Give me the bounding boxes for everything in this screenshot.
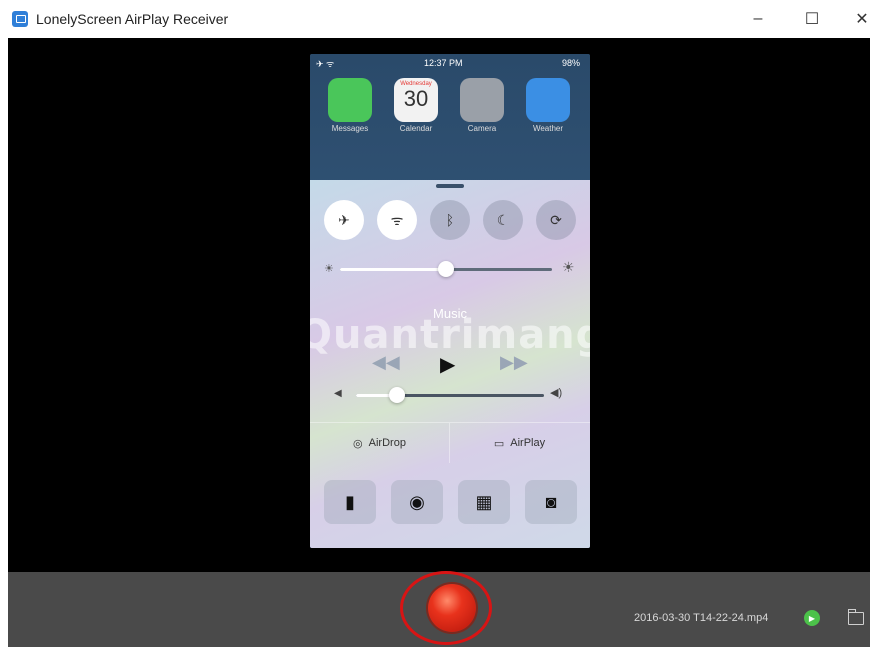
record-button[interactable]: [428, 584, 476, 632]
airplane-icon: ✈: [338, 211, 350, 228]
brightness-fill: [340, 268, 446, 271]
status-battery: 98%: [561, 58, 580, 68]
timer-button[interactable]: ◉: [391, 480, 443, 524]
status-bar: ✈ ᯤ 12:37 PM 98%: [310, 54, 590, 72]
brightness-low-icon: ☀: [324, 263, 334, 275]
bluetooth-icon: ᛒ: [445, 212, 455, 228]
airdrop-button[interactable]: ◎ AirDrop: [310, 423, 450, 463]
bottom-bar: 2016-03-30 T14-22-24.mp4 ▶: [8, 571, 870, 647]
close-button[interactable]: ✕: [846, 6, 870, 32]
app-messages: Messages: [322, 78, 378, 133]
rotation-lock-icon: ⟳: [550, 211, 562, 228]
minimize-button[interactable]: –: [742, 6, 774, 32]
calculator-icon: ▦: [475, 491, 493, 512]
phone-screen: ✈ ᯤ 12:37 PM 98% Messages Wednesday 30 C…: [310, 54, 590, 548]
watermark-logo: Quantrimang: [310, 312, 590, 358]
title-bar: LonelyScreen AirPlay Receiver – ☐ ✕: [0, 0, 870, 38]
rotation-lock-toggle[interactable]: ⟳: [536, 200, 576, 240]
flashlight-button[interactable]: ▮: [324, 480, 376, 524]
play-recording-button[interactable]: ▶: [804, 610, 820, 626]
app-weather: Weather: [520, 78, 576, 133]
maximize-button[interactable]: ☐: [796, 6, 828, 32]
brightness-knob[interactable]: [438, 261, 454, 277]
volume-high-icon: ◀): [550, 387, 563, 399]
play-icon: ▶: [808, 613, 816, 623]
brightness-slider[interactable]: [340, 261, 552, 277]
brightness-high-icon: ☀: [562, 259, 575, 275]
folder-icon[interactable]: [848, 609, 864, 625]
airplane-mode-toggle[interactable]: ✈: [324, 200, 364, 240]
volume-knob[interactable]: [389, 387, 406, 403]
app-camera: Camera: [454, 78, 510, 133]
camera-icon: [460, 78, 504, 122]
calendar-date: 30: [403, 86, 429, 111]
airplay-button[interactable]: ▭ AirPlay: [450, 423, 589, 463]
weather-icon: [526, 78, 570, 122]
mirror-viewport: ✈ ᯤ 12:37 PM 98% Messages Wednesday 30 C…: [8, 38, 870, 572]
flashlight-icon: ▮: [345, 491, 355, 512]
camera-shortcut-button[interactable]: ◙: [525, 480, 577, 524]
airplane-status-icon: ✈ ᯤ: [316, 59, 335, 69]
app-icon: [12, 11, 28, 27]
calculator-button[interactable]: ▦: [458, 480, 510, 524]
window-title: LonelyScreen AirPlay Receiver: [36, 11, 229, 27]
airdrop-icon: ◎: [353, 437, 363, 450]
calendar-icon: Wednesday 30: [394, 78, 438, 122]
status-time: 12:37 PM: [424, 58, 463, 68]
camera-shortcut-icon: ◙: [545, 491, 557, 512]
messages-icon: [328, 78, 372, 122]
bluetooth-toggle[interactable]: ᛒ: [430, 200, 470, 240]
wifi-toggle[interactable]: ᯤ: [377, 200, 417, 240]
volume-slider[interactable]: [356, 387, 544, 403]
volume-low-icon: ◀: [334, 388, 342, 399]
app-calendar: Wednesday 30 Calendar: [388, 78, 444, 133]
grabber-handle[interactable]: [436, 184, 464, 188]
share-row: ◎ AirDrop ▭ AirPlay: [310, 422, 590, 463]
control-center: ✈ ᯤ ᛒ ☾ ⟳ ☀ ☀ Music ◀◀ ▶ ▶▶ ◀ ◀) ◎ AirDr…: [310, 180, 590, 548]
do-not-disturb-toggle[interactable]: ☾: [483, 200, 523, 240]
moon-icon: ☾: [496, 211, 510, 228]
recording-filename[interactable]: 2016-03-30 T14-22-24.mp4: [634, 612, 768, 624]
airplay-icon: ▭: [493, 437, 505, 450]
timer-icon: ◉: [409, 491, 425, 512]
wifi-icon: ᯤ: [390, 211, 404, 228]
toggle-row: ✈ ᯤ ᛒ ☾ ⟳: [324, 200, 578, 240]
quick-tools: ▮ ◉ ▦ ◙: [324, 480, 578, 526]
